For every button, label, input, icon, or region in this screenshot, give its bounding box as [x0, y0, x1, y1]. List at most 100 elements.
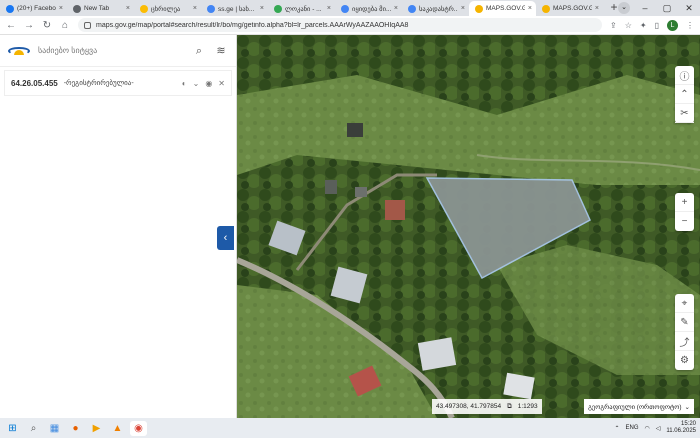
tab-title: იყიდება მი...: [352, 5, 391, 13]
url-text: maps.gov.ge/map/portal#search/result/lr/…: [96, 21, 409, 29]
window-controls: – ▢ ✕: [634, 0, 700, 16]
coordinate-readout: 43.497308, 41.797854 ⧉ 1:1293: [432, 399, 542, 414]
browser-tab[interactable]: იყიდება მი... ×: [335, 1, 402, 16]
browser-tab[interactable]: ss.ge | სახ... ×: [201, 1, 268, 16]
layers-icon[interactable]: ≋: [214, 44, 228, 58]
browser-tab[interactable]: ლოკანი - ... ×: [268, 1, 335, 16]
time: 15:20: [680, 421, 696, 427]
measure-tools-icon[interactable]: ✂: [675, 104, 694, 123]
chrome-icon[interactable]: ◉: [130, 420, 147, 436]
vlc-icon[interactable]: ▲: [109, 421, 126, 436]
search-row: ⌕ ≋: [0, 35, 236, 67]
eye-icon[interactable]: ◉: [205, 79, 212, 88]
tab-favicon-icon: [341, 4, 349, 13]
share-map-icon[interactable]: ⤴: [675, 332, 694, 351]
tab-title: MAPS.GOV.G: [553, 5, 592, 12]
extensions-icon[interactable]: ✦: [640, 21, 647, 30]
collapse-panel-button[interactable]: ‹: [217, 226, 234, 250]
media-player-icon[interactable]: ▶: [88, 421, 105, 436]
draw-icon[interactable]: ✎: [675, 313, 694, 332]
tab-title: ცხრილეა: [151, 5, 181, 13]
system-tray: ⌃ ENG ◠ ◁ 15:20 11.06.2025: [614, 418, 696, 438]
tab-favicon-icon: [140, 4, 148, 13]
windows-start-icon[interactable]: ⊞: [4, 421, 21, 436]
browser-tab[interactable]: ცხრილეა ×: [134, 1, 201, 16]
language-indicator[interactable]: ENG: [626, 425, 639, 431]
browser-tab[interactable]: MAPS.GOV.G ×: [536, 1, 603, 16]
tab-favicon-icon: [542, 4, 550, 13]
browser-tab[interactable]: New Tab ×: [67, 1, 134, 16]
tab-close-icon[interactable]: ×: [260, 5, 264, 12]
browser-tab[interactable]: MAPS.GOV.G ×: [469, 1, 536, 16]
tab-close-icon[interactable]: ×: [126, 5, 130, 12]
close-window-button[interactable]: ✕: [678, 3, 700, 14]
tray-expand-icon[interactable]: ⌃: [614, 425, 619, 432]
browser-tab[interactable]: საკადასტრ... ×: [402, 1, 469, 16]
orthophoto-layer: [237, 35, 700, 418]
widgets-icon[interactable]: ▦: [46, 421, 63, 436]
tab-title: MAPS.GOV.G: [486, 5, 525, 12]
parcel-status: -რეგისტრირებულია-: [63, 80, 134, 87]
volume-icon[interactable]: ◁: [656, 425, 661, 432]
menu-icon[interactable]: ⋮: [686, 21, 694, 30]
site-info-icon[interactable]: [84, 21, 91, 29]
date: 11.06.2025: [666, 428, 696, 434]
map-view[interactable]: ⓘ ⌃ ✂ + − ⌖ ✎ ⤴ ⚙ 43.497308, 41.797854 ⧉…: [237, 35, 700, 418]
tab-favicon-icon: [475, 4, 483, 13]
minimize-button[interactable]: –: [634, 3, 656, 13]
copy-coords-icon[interactable]: ⧉: [507, 403, 512, 411]
share-icon[interactable]: ⇪: [610, 21, 617, 30]
tab-close-icon[interactable]: ×: [394, 5, 398, 12]
tab-strip: (20+) Facebo × New Tab × ცხრილეა × ss.ge | სახ…: [0, 0, 700, 16]
scale-value: 1:1293: [517, 403, 538, 410]
map-actions-group: ⌖ ✎ ⤴ ⚙: [675, 294, 694, 370]
navigate-icon[interactable]: ⌃: [675, 85, 694, 104]
search-taskbar-icon[interactable]: ⌕: [25, 421, 42, 436]
tab-close-icon[interactable]: ×: [193, 5, 197, 12]
tab-favicon-icon: [73, 4, 81, 13]
tab-close-icon[interactable]: ×: [528, 5, 532, 12]
tab-close-icon[interactable]: ×: [327, 5, 331, 12]
palette-icon[interactable]: ◐: [182, 79, 187, 88]
clock[interactable]: 15:20 11.06.2025: [666, 421, 696, 435]
search-panel: ⌕ ≋ 64.26.05.455 -რეგისტრირებულია- ◐ ⌄ ◉…: [0, 35, 237, 418]
tab-favicon-icon: [6, 4, 14, 13]
zoom-out-button[interactable]: −: [675, 212, 694, 231]
reload-icon[interactable]: ↻: [42, 20, 52, 31]
wifi-icon[interactable]: ◠: [645, 425, 650, 432]
chevron-down-icon[interactable]: ⌄: [193, 79, 200, 88]
tab-title: ლოკანი - ...: [285, 5, 322, 13]
bookmark-star-icon[interactable]: ☆: [625, 21, 632, 30]
map-tools-group: ⓘ ⌃ ✂: [675, 66, 694, 123]
search-input[interactable]: [38, 46, 184, 55]
tab-title: საკადასტრ...: [419, 5, 458, 13]
info-icon[interactable]: ⓘ: [675, 66, 694, 85]
search-icon[interactable]: ⌕: [192, 44, 206, 58]
tab-favicon-icon: [408, 4, 416, 13]
url-field[interactable]: maps.gov.ge/map/portal#search/result/lr/…: [78, 18, 603, 32]
tab-search-icon[interactable]: ⌄: [618, 2, 630, 14]
maximize-button[interactable]: ▢: [656, 3, 678, 14]
coordinates-value: 43.497308, 41.797854: [436, 403, 502, 410]
address-bar: ← → ↻ ⌂ maps.gov.ge/map/portal#search/re…: [0, 16, 700, 35]
tab-title: New Tab: [84, 5, 110, 12]
tab-close-icon[interactable]: ×: [595, 5, 599, 12]
basemap-label: გეოგრაფიული (ორთოფოტო): [588, 403, 682, 411]
basemap-select[interactable]: გეოგრაფიული (ორთოფოტო) ⌄: [584, 399, 694, 414]
firefox-icon[interactable]: ●: [67, 421, 84, 436]
zoom-in-button[interactable]: +: [675, 193, 694, 212]
back-icon[interactable]: ←: [6, 20, 16, 31]
browser-tab[interactable]: (20+) Facebo ×: [0, 1, 67, 16]
tab-title: (20+) Facebo: [17, 5, 56, 12]
home-icon[interactable]: ⌂: [60, 20, 70, 31]
forward-icon[interactable]: →: [24, 20, 34, 31]
tab-close-icon[interactable]: ×: [461, 5, 465, 12]
chevron-down-icon: ⌄: [684, 403, 690, 411]
locate-icon[interactable]: ⌖: [675, 294, 694, 313]
close-icon[interactable]: ✕: [218, 79, 225, 88]
parcel-result-row[interactable]: 64.26.05.455 -რეგისტრირებულია- ◐ ⌄ ◉ ✕: [4, 70, 232, 96]
sidepanel-icon[interactable]: ▯: [655, 21, 659, 30]
profile-avatar[interactable]: L: [667, 19, 678, 31]
tab-close-icon[interactable]: ×: [59, 5, 63, 12]
settings-icon[interactable]: ⚙: [675, 351, 694, 370]
